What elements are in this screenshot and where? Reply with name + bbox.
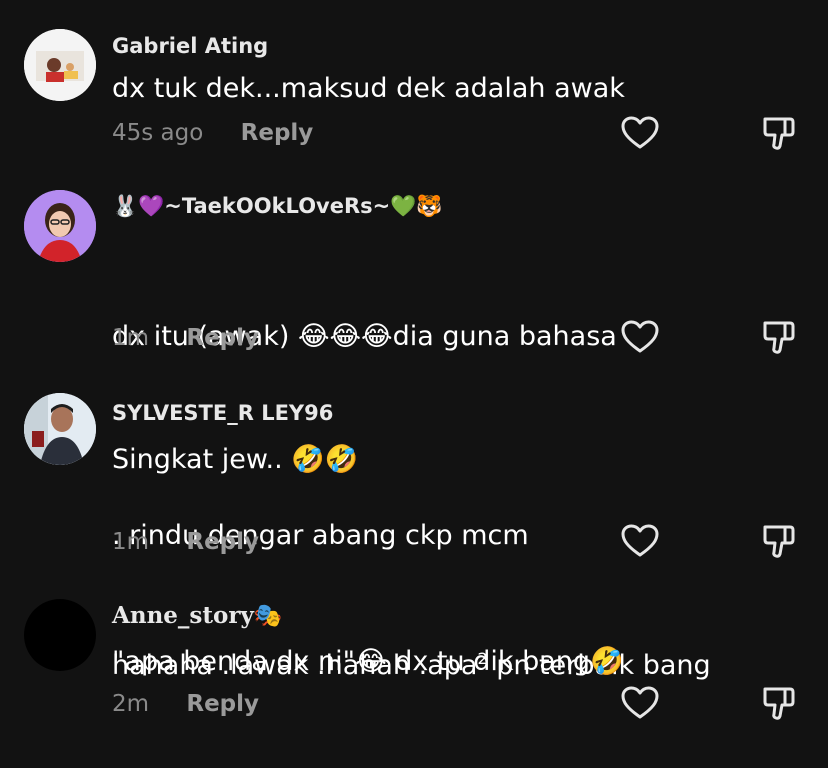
comment-meta: 1m Reply (112, 325, 259, 351)
timestamp: 1m (112, 325, 150, 351)
timestamp: 45s ago (112, 120, 204, 146)
comment-meta: 2m Reply (112, 691, 259, 717)
reply-button[interactable]: Reply (186, 325, 259, 351)
avatar[interactable] (24, 190, 96, 262)
heart-icon[interactable] (621, 524, 659, 558)
comment-text: dx tuk dek...maksud dek adalah awak (112, 73, 625, 104)
avatar[interactable] (24, 393, 96, 465)
comment-meta: 45s ago Reply (112, 120, 313, 146)
timestamp: 1m (112, 529, 150, 555)
thumbs-down-icon[interactable] (760, 114, 798, 152)
comment-text: "apa benda dx ni"😂 dx tu dik bang🤣 (112, 646, 624, 677)
heart-icon[interactable] (621, 116, 659, 150)
reply-button[interactable]: Reply (186, 691, 259, 717)
heart-icon[interactable] (621, 320, 659, 354)
thumbs-down-icon[interactable] (760, 522, 798, 560)
reply-button[interactable]: Reply (241, 120, 314, 146)
timestamp: 2m (112, 691, 150, 717)
username[interactable]: Anne_story🎭 (112, 602, 282, 629)
username[interactable]: SYLVESTE_R LEY96 (112, 401, 333, 425)
comment-meta: 1m Reply (112, 529, 259, 555)
thumbs-down-icon[interactable] (760, 684, 798, 722)
avatar[interactable] (24, 599, 96, 671)
username[interactable]: Gabriel Ating (112, 34, 268, 58)
avatar[interactable] (24, 29, 96, 101)
heart-icon[interactable] (621, 686, 659, 720)
thumbs-down-icon[interactable] (760, 318, 798, 356)
username[interactable]: 🐰💜~TaekOOkLOveRs~💚🐯 (112, 194, 443, 219)
reply-button[interactable]: Reply (186, 529, 259, 555)
